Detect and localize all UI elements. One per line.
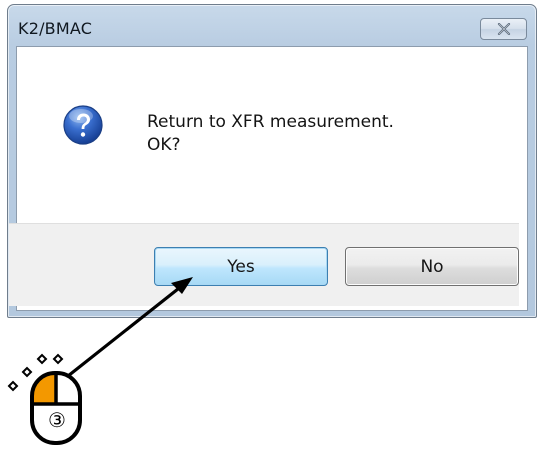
step-number-label: ③: [48, 408, 66, 432]
close-button[interactable]: [480, 18, 527, 40]
question-icon: [63, 105, 103, 145]
no-button[interactable]: No: [345, 247, 519, 286]
message-line-2: OK?: [147, 135, 181, 155]
click-sparkle-icon: [7, 353, 64, 392]
screenshot-stage: K2/BMAC Return to XFR measurement. OK? Y…: [0, 0, 546, 457]
dialog-title: K2/BMAC: [18, 19, 93, 38]
close-icon: [497, 23, 510, 35]
yes-button[interactable]: Yes: [154, 247, 328, 286]
message-line-1: Return to XFR measurement.: [147, 112, 394, 132]
dialog-message: Return to XFR measurement. OK?: [147, 111, 394, 157]
